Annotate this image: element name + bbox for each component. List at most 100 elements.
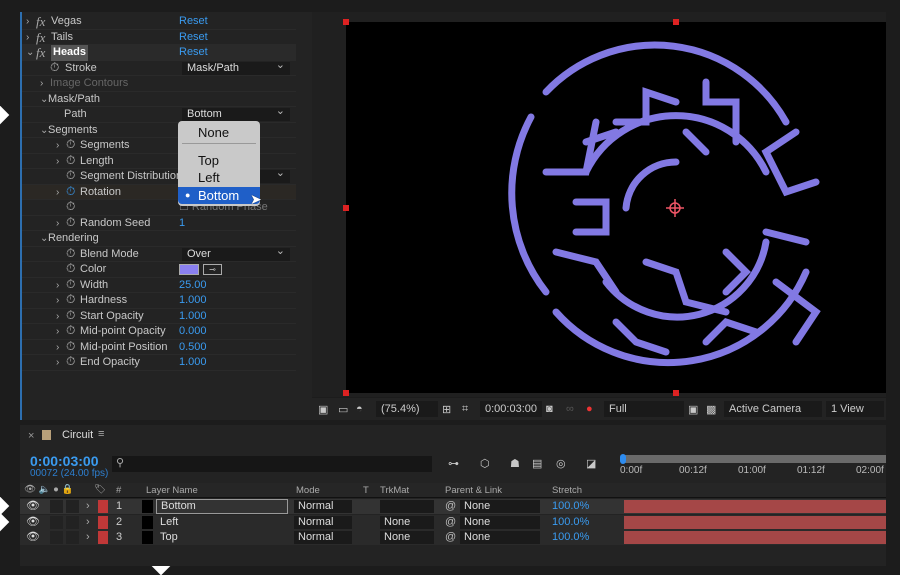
chevron-right-icon[interactable]: › xyxy=(56,138,59,154)
effect-value[interactable]: 1.000 xyxy=(179,355,207,371)
stopwatch-icon[interactable]: ⏱ xyxy=(66,215,75,231)
stopwatch-icon[interactable]: ⏱ xyxy=(66,199,75,215)
stopwatch-icon[interactable]: ⏱ xyxy=(50,60,59,76)
effect-row[interactable]: ›⏱Random Seed1 xyxy=(22,216,296,232)
effect-value[interactable]: 1 xyxy=(179,216,185,232)
mask-icon[interactable]: ◓ xyxy=(356,403,363,415)
eye-icon[interactable]: 👁 xyxy=(26,530,40,545)
color-swatch[interactable] xyxy=(179,264,199,275)
chevron-right-icon[interactable]: › xyxy=(40,76,43,92)
parent-dropdown[interactable]: None xyxy=(460,500,540,513)
chevron-right-icon[interactable]: › xyxy=(86,530,90,545)
col-layer-name[interactable]: Layer Name xyxy=(146,485,198,496)
effect-value[interactable]: Reset xyxy=(179,30,208,46)
stopwatch-icon[interactable]: ⏱ xyxy=(66,246,75,262)
comp-flowchart-icon[interactable]: ⊶ xyxy=(448,457,459,470)
layer-search-input[interactable]: ⚲ xyxy=(112,456,432,472)
roi-icon[interactable]: ▣ xyxy=(688,403,698,416)
label-color[interactable] xyxy=(98,516,108,529)
stopwatch-icon[interactable]: ⏱ xyxy=(66,354,75,370)
current-time[interactable]: 0:00:03:00 xyxy=(30,453,99,469)
trkmat-dropdown[interactable] xyxy=(380,500,434,513)
layer-name[interactable]: Top xyxy=(156,530,288,545)
stretch-value[interactable]: 100.0% xyxy=(552,499,589,514)
chevron-right-icon[interactable]: › xyxy=(86,499,90,514)
resolution-dropdown[interactable]: Full xyxy=(604,401,684,417)
close-tab-icon[interactable]: × xyxy=(28,430,34,442)
zoom-dropdown[interactable]: (75.4%) xyxy=(376,401,438,417)
chevron-right-icon[interactable]: › xyxy=(26,14,29,30)
eye-icon[interactable]: 👁 xyxy=(26,499,40,514)
stopwatch-icon[interactable]: ⏱ xyxy=(66,153,75,169)
composition-canvas[interactable] xyxy=(346,22,886,393)
stopwatch-icon[interactable]: ⏱ xyxy=(66,277,75,293)
menu-item-left[interactable]: Left xyxy=(178,169,260,186)
layer-name[interactable]: Bottom xyxy=(156,499,288,514)
layer-row[interactable]: 👁 › 1 Bottom Normal @ None 100.0% xyxy=(20,499,886,514)
parent-dropdown[interactable]: None xyxy=(460,531,540,544)
work-area-bar[interactable] xyxy=(622,455,886,463)
chevron-down-icon[interactable]: ⌄ xyxy=(26,45,34,61)
effect-value[interactable]: Reset xyxy=(179,14,208,30)
lock-toggle[interactable] xyxy=(66,500,79,513)
effect-row[interactable]: ›⏱Width25.00 xyxy=(22,278,296,294)
views-dropdown[interactable]: 1 View xyxy=(826,401,884,417)
comp-tab[interactable]: Circuit xyxy=(62,429,93,441)
effect-dropdown[interactable]: Mask/Path xyxy=(182,62,290,75)
lock-toggle[interactable] xyxy=(66,516,79,529)
stopwatch-icon[interactable]: ⏱ xyxy=(66,339,75,355)
effect-value[interactable]: 1.000 xyxy=(179,293,207,309)
motion-blur-icon[interactable]: ◎ xyxy=(556,457,566,470)
effect-row[interactable]: ›fxTailsReset xyxy=(22,30,296,46)
transparency-grid-icon[interactable]: ▩ xyxy=(706,403,716,416)
pickwhip-icon[interactable]: @ xyxy=(445,499,456,514)
effect-value[interactable]: 0.500 xyxy=(179,340,207,356)
layer-duration-bar[interactable] xyxy=(624,531,886,544)
eye-icon[interactable]: 👁 xyxy=(26,515,40,530)
effect-value[interactable]: 0.000 xyxy=(179,324,207,340)
layer-row[interactable]: 👁 › 2 Left Normal None @ None 100.0% xyxy=(20,515,886,530)
chevron-right-icon[interactable]: › xyxy=(56,293,59,309)
layers-icon[interactable]: ▣ xyxy=(318,403,328,416)
playhead[interactable] xyxy=(620,454,626,464)
menu-item-bottom[interactable]: ●Bottom xyxy=(178,187,260,204)
parent-dropdown[interactable]: None xyxy=(460,516,540,529)
frame-blending-icon[interactable]: ▤ xyxy=(532,457,542,470)
pickwhip-icon[interactable]: @ xyxy=(445,530,456,545)
effect-row[interactable]: ›⏱End Opacity1.000 xyxy=(22,355,296,371)
effect-row[interactable]: ⌄fxHeadsReset xyxy=(22,45,296,61)
channels-icon[interactable]: ● xyxy=(586,403,593,415)
stretch-value[interactable]: 100.0% xyxy=(552,515,589,530)
monitor-icon[interactable]: ▭ xyxy=(338,403,348,416)
effect-row[interactable]: ›⏱Hardness1.000 xyxy=(22,293,296,309)
mode-dropdown[interactable]: Normal xyxy=(294,531,352,544)
layer-row[interactable]: 👁 › 3 Top Normal None @ None 100.0% xyxy=(20,530,886,545)
solo-toggle[interactable] xyxy=(50,516,63,529)
stopwatch-icon[interactable]: ⏱ xyxy=(66,308,75,324)
solo-toggle[interactable] xyxy=(50,500,63,513)
eyedropper-icon[interactable]: ⊸ xyxy=(203,264,222,275)
stopwatch-icon[interactable]: ⏱ xyxy=(66,184,75,200)
chevron-right-icon[interactable]: › xyxy=(56,154,59,170)
trkmat-dropdown[interactable]: None xyxy=(380,531,434,544)
effect-row[interactable]: ›⏱Mid-point Position0.500 xyxy=(22,340,296,356)
camera-dropdown[interactable]: Active Camera xyxy=(724,401,822,417)
time-ruler[interactable]: 0:00f00:12f01:00f01:12f02:00f xyxy=(620,465,886,479)
effect-value[interactable]: 1.000 xyxy=(179,309,207,325)
effect-row[interactable]: ›fxVegasReset xyxy=(22,14,296,30)
mode-dropdown[interactable]: Normal xyxy=(294,516,352,529)
effect-dropdown[interactable]: Bottom xyxy=(182,108,290,121)
stopwatch-icon[interactable]: ⏱ xyxy=(66,168,75,184)
stretch-value[interactable]: 100.0% xyxy=(552,530,589,545)
stopwatch-icon[interactable]: ⏱ xyxy=(66,323,75,339)
effect-row[interactable]: ⌄Rendering xyxy=(22,231,296,247)
effect-value[interactable]: Reset xyxy=(179,45,208,61)
camera-icon[interactable]: ◙ xyxy=(546,403,553,415)
snapshot-icon[interactable]: ∞ xyxy=(566,403,574,415)
chevron-right-icon[interactable]: › xyxy=(56,355,59,371)
layer-duration-bar[interactable] xyxy=(624,500,886,513)
menu-item-top[interactable]: Top xyxy=(178,152,260,169)
chevron-right-icon[interactable]: › xyxy=(86,515,90,530)
panel-menu-icon[interactable]: ≡ xyxy=(98,428,104,440)
chevron-right-icon[interactable]: › xyxy=(26,30,29,46)
